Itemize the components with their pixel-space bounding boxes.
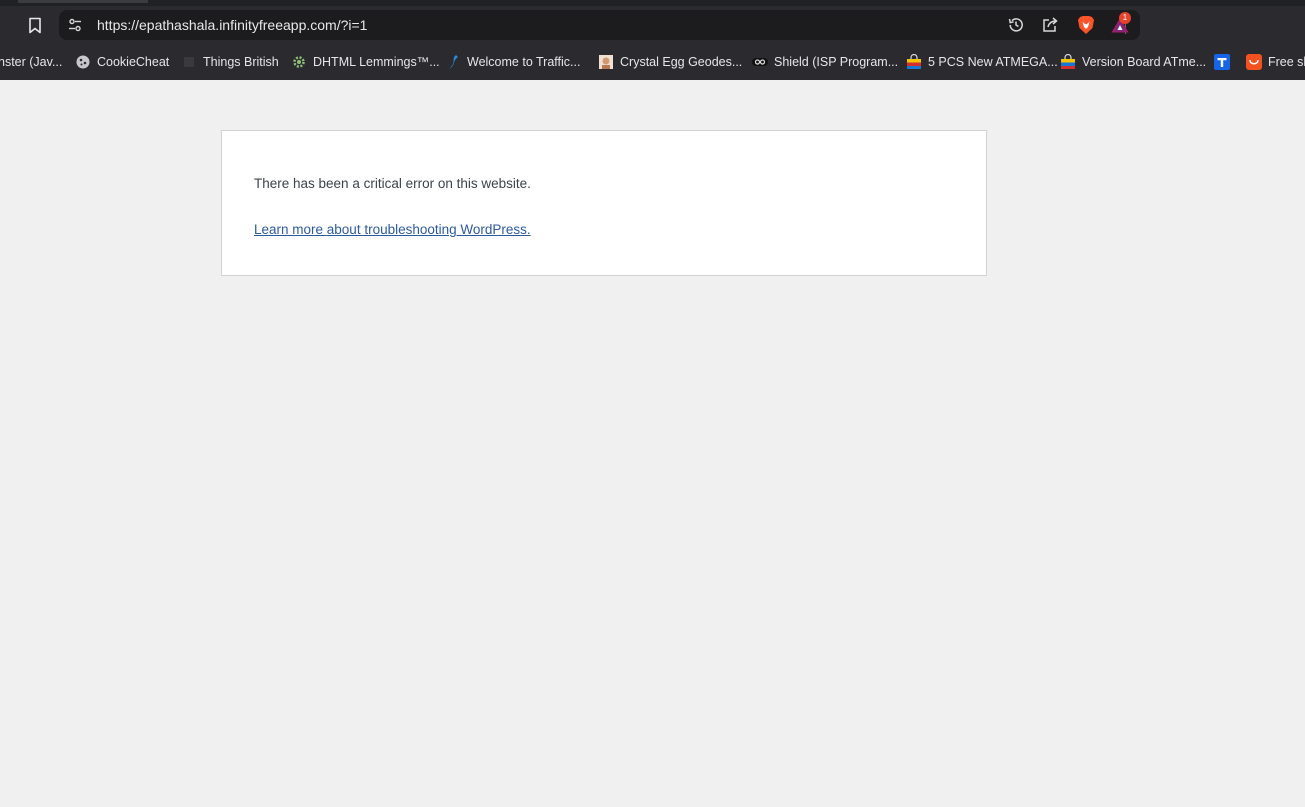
bookmark-item[interactable]: CookieCheat <box>75 52 169 72</box>
share-button[interactable] <box>1039 15 1061 35</box>
bookmark-item[interactable]: Free sh <box>1246 52 1305 72</box>
bookmark-item[interactable]: Shield (ISP Program... <box>752 52 898 72</box>
bookmark-item[interactable]: Welcome to Traffic... <box>445 52 580 72</box>
active-tab-indicator[interactable] <box>18 0 148 3</box>
bookmark-item[interactable]: Version Board ATme... <box>1060 52 1206 72</box>
blank-icon <box>181 54 197 70</box>
brave-lion-icon <box>1078 16 1094 34</box>
bookmark-label: Welcome to Traffic... <box>467 55 581 69</box>
history-button[interactable] <box>1005 15 1027 35</box>
gear-icon <box>291 54 307 70</box>
site-settings-icon[interactable] <box>67 17 83 33</box>
notification-badge: 1 <box>1119 12 1131 24</box>
t-icon <box>1214 54 1230 70</box>
shopping-tag-icon <box>1246 54 1262 70</box>
bookmark-icon <box>29 17 41 33</box>
share-icon <box>1043 17 1058 32</box>
traffic-swoosh-icon <box>445 54 461 70</box>
cookie-icon <box>75 54 91 70</box>
bookmark-label: Crystal Egg Geodes... <box>620 55 743 69</box>
bookmark-item[interactable]: DHTML Lemmings™... <box>291 52 440 72</box>
troubleshooting-link[interactable]: Learn more about troubleshooting WordPre… <box>254 222 531 238</box>
bookmark-item[interactable]: nster (Jav... <box>0 52 62 72</box>
infinity-icon <box>752 54 768 70</box>
bookmark-item[interactable] <box>1214 52 1236 72</box>
error-message-box: There has been a critical error on this … <box>221 130 987 276</box>
shop-bag-icon <box>906 54 922 70</box>
bookmark-page-button[interactable] <box>22 13 48 37</box>
brave-shields-button[interactable] <box>1075 15 1097 35</box>
bookmark-label: DHTML Lemmings™... <box>313 55 440 69</box>
critical-error-message: There has been a critical error on this … <box>254 176 531 191</box>
browser-toolbar: https://epathashala.infinityfreeapp.com/… <box>0 6 1305 44</box>
bookmark-label: Free sh <box>1268 55 1305 69</box>
bookmark-label: nster (Jav... <box>0 55 63 69</box>
brave-rewards-button[interactable]: 1 <box>1109 12 1131 35</box>
bookmark-label: Shield (ISP Program... <box>774 55 899 69</box>
address-bar[interactable]: https://epathashala.infinityfreeapp.com/… <box>59 10 1140 40</box>
bookmark-item[interactable]: Crystal Egg Geodes... <box>598 52 742 72</box>
bookmarks-bar: nster (Jav... CookieCheat Things British… <box>0 44 1305 80</box>
shop-bag-icon <box>1060 54 1076 70</box>
bookmark-label: CookieCheat <box>97 55 170 69</box>
photo-icon <box>598 54 614 70</box>
history-icon <box>1008 18 1023 32</box>
bookmark-label: Version Board ATme... <box>1082 55 1207 69</box>
bookmark-label: 5 PCS New ATMEGA... <box>928 55 1058 69</box>
url-text[interactable]: https://epathashala.infinityfreeapp.com/… <box>97 17 367 33</box>
bookmark-item[interactable]: Things British <box>181 52 279 72</box>
bookmark-label: Things British <box>203 55 279 69</box>
bookmark-item[interactable]: 5 PCS New ATMEGA... <box>906 52 1058 72</box>
